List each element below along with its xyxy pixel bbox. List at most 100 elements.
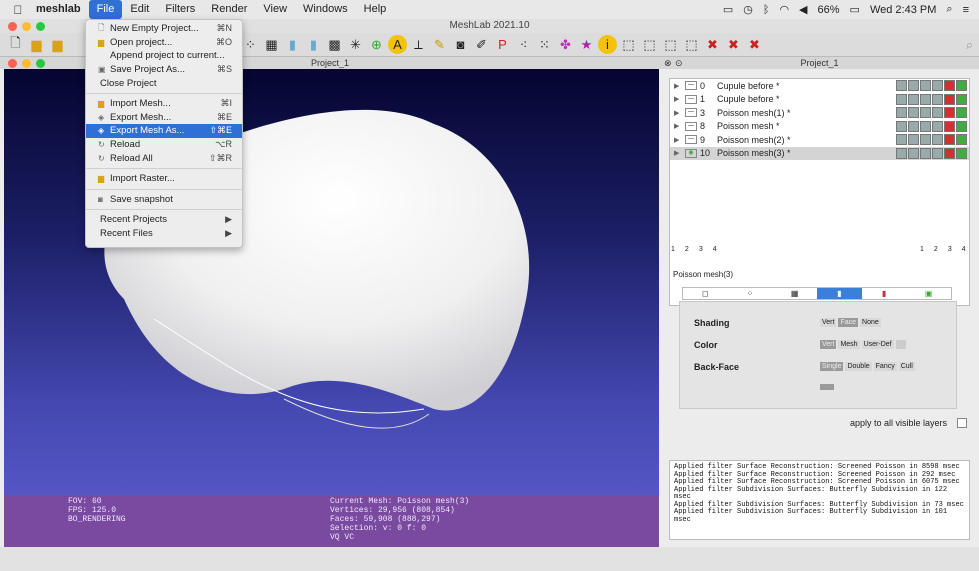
face-icon[interactable] — [956, 120, 967, 132]
menu-help[interactable]: Help — [356, 0, 395, 19]
solid-icon[interactable] — [932, 134, 943, 146]
expand-icon[interactable]: ▶ — [674, 95, 682, 103]
page-1[interactable]: 1 — [671, 246, 675, 253]
points-icon[interactable] — [908, 80, 919, 92]
box-icon[interactable] — [896, 120, 907, 132]
solid-icon[interactable] — [932, 120, 943, 132]
wifi-icon[interactable]: ◠ — [779, 3, 789, 16]
menu-open-project[interactable]: ▆ Open project... ⌘O — [86, 36, 242, 50]
menu-recent-files[interactable]: Recent Files ▶ — [86, 227, 242, 241]
texture-tab-icon[interactable]: ▮ — [862, 288, 907, 299]
expand-icon[interactable]: ▶ — [674, 109, 682, 117]
wire-tab-icon[interactable]: ▦ — [772, 288, 817, 299]
annotation-icon[interactable]: A — [388, 35, 407, 54]
backface-double[interactable]: Double — [845, 362, 872, 371]
wire-icon[interactable] — [920, 134, 931, 146]
wire-icon[interactable] — [920, 93, 931, 105]
menu-append-project[interactable]: Append project to current... — [86, 49, 242, 63]
box-icon[interactable] — [896, 107, 907, 119]
menu-reload-all[interactable]: ↻ Reload All ⇧⌘R — [86, 151, 242, 165]
extra-toggle[interactable] — [820, 384, 834, 390]
box-icon[interactable] — [896, 93, 907, 105]
box-icon[interactable] — [896, 134, 907, 146]
minimize-icon[interactable] — [22, 59, 31, 68]
georef-icon[interactable]: ★ — [577, 35, 596, 54]
brush-icon[interactable]: ✐ — [472, 35, 491, 54]
layer-row[interactable]: ▶ — 0 Cupule before * — [670, 79, 969, 93]
solid-tab-icon[interactable]: ▮ — [817, 288, 862, 299]
points-icon[interactable] — [908, 120, 919, 132]
layer-row[interactable]: ▶ — 8 Poisson mesh * — [670, 120, 969, 134]
page-2[interactable]: 2 — [934, 246, 938, 253]
delete-all-icon[interactable]: ✖ — [745, 35, 764, 54]
menu-save-project-as[interactable]: ▣ Save Project As... ⌘S — [86, 63, 242, 77]
apple-icon[interactable]:  — [8, 3, 28, 17]
expand-icon[interactable]: ▶ — [674, 149, 682, 157]
layer-row[interactable]: ▶ — 1 Cupule before * — [670, 93, 969, 107]
menu-recent-projects[interactable]: Recent Projects ▶ — [86, 213, 242, 227]
menu-render[interactable]: Render — [203, 0, 255, 19]
solid-icon[interactable] — [932, 147, 943, 159]
menu-import-raster[interactable]: ▆ Import Raster... — [86, 172, 242, 186]
face-icon[interactable] — [956, 107, 967, 119]
smooth-icon[interactable]: ▮ — [304, 35, 323, 54]
expand-icon[interactable]: ▶ — [674, 136, 682, 144]
visibility-icon[interactable]: — — [685, 94, 697, 104]
align-icon[interactable]: ✤ — [556, 35, 575, 54]
texture-icon[interactable] — [944, 80, 955, 92]
face-icon[interactable] — [956, 147, 967, 159]
shading-face[interactable]: Face — [838, 318, 859, 327]
shading-none[interactable]: None — [860, 318, 881, 327]
bluetooth-icon[interactable]: ᛒ — [763, 4, 770, 16]
wire-icon[interactable] — [920, 107, 931, 119]
panel-float-icon[interactable]: ⊙ — [675, 57, 683, 69]
open-folder2-icon[interactable]: ▆ — [48, 35, 67, 54]
select-region-icon[interactable]: ⬚ — [640, 35, 659, 54]
log-window[interactable]: Applied filter Surface Reconstruction: S… — [669, 460, 970, 540]
page-3[interactable]: 3 — [948, 246, 952, 253]
face-icon[interactable] — [956, 134, 967, 146]
color-userdef[interactable]: User-Def — [861, 340, 894, 349]
color-vert[interactable]: Vert — [820, 340, 837, 349]
page-3[interactable]: 3 — [699, 246, 703, 253]
menu-view[interactable]: View — [255, 0, 295, 19]
visibility-icon[interactable]: — — [685, 108, 697, 118]
menu-import-mesh[interactable]: ▆ Import Mesh... ⌘I — [86, 97, 242, 111]
bbox-tab-icon[interactable]: ◻ — [683, 288, 728, 299]
page-4[interactable]: 4 — [962, 246, 966, 253]
battery-icon[interactable]: ▭ — [850, 3, 860, 16]
points-tab-icon[interactable]: ⁘ — [728, 288, 773, 299]
visibility-icon[interactable]: ◉ — [685, 148, 697, 158]
menu-save-snapshot[interactable]: ◙ Save snapshot — [86, 193, 242, 207]
apply-all-checkbox[interactable] — [957, 418, 967, 428]
texture-icon[interactable] — [944, 147, 955, 159]
minimize-icon[interactable] — [22, 22, 31, 31]
time-machine-icon[interactable]: ◷ — [743, 3, 753, 16]
trackball-icon[interactable]: ⊕ — [367, 35, 386, 54]
layer-row[interactable]: ▶ — 9 Poisson mesh(2) * — [670, 133, 969, 147]
paint-icon[interactable]: ✎ — [430, 35, 449, 54]
wire-icon[interactable] — [920, 147, 931, 159]
box-icon[interactable] — [896, 80, 907, 92]
menu-export-mesh-as[interactable]: ◈ Export Mesh As... ⇧⌘E — [86, 124, 242, 138]
info-icon[interactable]: i — [598, 35, 617, 54]
measure-icon[interactable]: ⟂ — [409, 35, 428, 54]
snapshot-icon[interactable]: ◙ — [451, 35, 470, 54]
solid-icon[interactable] — [932, 93, 943, 105]
points-icon[interactable]: ⁘ — [241, 35, 260, 54]
clock[interactable]: Wed 2:43 PM — [870, 4, 936, 16]
points-icon[interactable] — [908, 134, 919, 146]
axes-icon[interactable]: ✳ — [346, 35, 365, 54]
lighting-icon[interactable]: ▩ — [325, 35, 344, 54]
delete-faces-icon[interactable]: ✖ — [724, 35, 743, 54]
select-vertices-icon[interactable]: ⁖ — [514, 35, 533, 54]
display-icon[interactable]: ▭ — [723, 3, 733, 16]
solid-icon[interactable] — [932, 80, 943, 92]
open-folder-icon[interactable]: ▆ — [27, 35, 46, 54]
menu-app[interactable]: meshlab — [28, 0, 89, 19]
pick-points-icon[interactable]: P — [493, 35, 512, 54]
volume-icon[interactable]: ◀ — [799, 3, 807, 16]
menu-file[interactable]: File — [88, 0, 123, 19]
visibility-icon[interactable]: — — [685, 135, 697, 145]
wire-icon[interactable] — [920, 120, 931, 132]
